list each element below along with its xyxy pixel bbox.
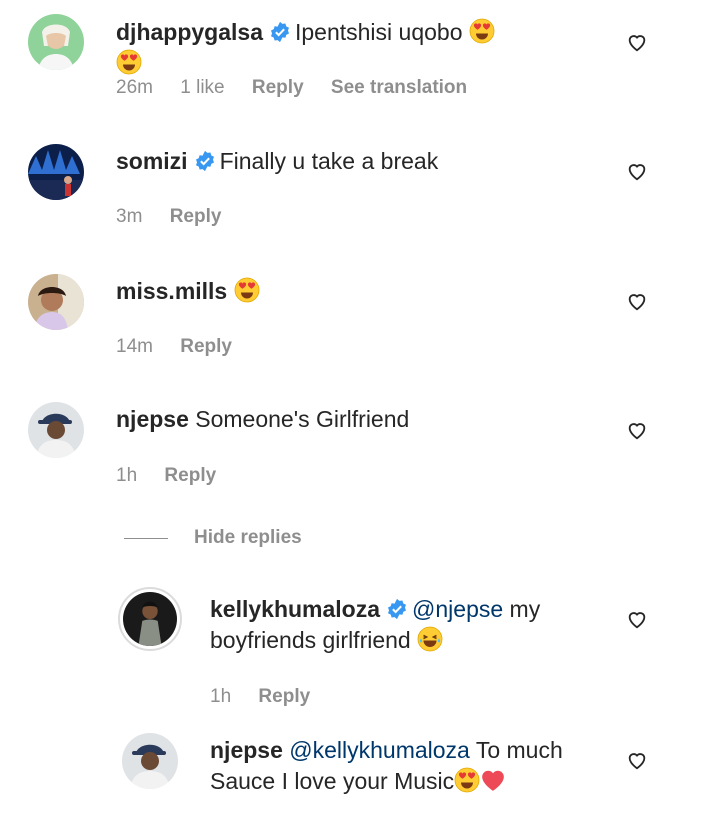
- username[interactable]: njepse: [116, 406, 189, 432]
- like-count[interactable]: 1 like: [180, 77, 224, 98]
- mention-link[interactable]: @kellykhumaloza: [289, 737, 470, 763]
- timestamp: 1h: [116, 465, 138, 486]
- red-heart-emoji-icon: [482, 770, 505, 791]
- reply-button[interactable]: Reply: [252, 77, 304, 98]
- avatar[interactable]: [28, 144, 84, 200]
- reply-text: njepse @kellykhumaloza To much Sauce I l…: [210, 735, 600, 797]
- laughing-emoji-icon: [417, 626, 443, 652]
- comment-text: somizi Finally u take a break: [116, 146, 516, 177]
- reply-button[interactable]: Reply: [180, 336, 232, 357]
- username[interactable]: njepse: [210, 737, 283, 763]
- username[interactable]: somizi: [116, 148, 188, 174]
- hide-replies-label: Hide replies: [194, 527, 302, 548]
- comment-body: Finally u take a break: [219, 148, 439, 174]
- comment-text: djhappygalsa Ipentshisi uqobo: [116, 17, 516, 79]
- timestamp: 14m: [116, 336, 153, 357]
- like-heart-icon[interactable]: [626, 749, 648, 771]
- mention-link[interactable]: @njepse: [412, 596, 503, 622]
- comment-meta: 3m Reply: [116, 206, 243, 228]
- comment-meta: 14m Reply: [116, 336, 254, 358]
- heart-eyes-emoji-icon: [116, 49, 142, 75]
- like-heart-icon[interactable]: [626, 608, 648, 630]
- comment-text: njepse Someone's Girlfriend: [116, 404, 516, 435]
- username[interactable]: djhappygalsa: [116, 19, 263, 45]
- heart-eyes-emoji-icon: [454, 767, 480, 793]
- timestamp: 26m: [116, 77, 153, 98]
- divider-line: [124, 537, 168, 539]
- timestamp: 3m: [116, 206, 143, 227]
- username[interactable]: miss.mills: [116, 278, 227, 304]
- see-translation-button[interactable]: See translation: [331, 77, 467, 98]
- avatar[interactable]: [28, 402, 84, 458]
- reply-text: kellykhumaloza @njepse my boyfriends girl…: [210, 594, 570, 656]
- like-heart-icon[interactable]: [626, 419, 648, 441]
- heart-eyes-emoji-icon: [469, 18, 495, 44]
- reply-button[interactable]: Reply: [170, 206, 222, 227]
- verified-badge-icon: [194, 150, 216, 172]
- comment-text: miss.mills: [116, 276, 516, 307]
- timestamp: 1h: [210, 686, 232, 707]
- avatar[interactable]: [28, 14, 84, 70]
- heart-eyes-emoji-icon: [234, 277, 260, 303]
- reply-button[interactable]: Reply: [164, 465, 216, 486]
- username[interactable]: kellykhumaloza: [210, 596, 380, 622]
- reply-meta: 1h Reply: [210, 686, 332, 708]
- comment-body: Someone's Girlfriend: [195, 406, 410, 432]
- avatar[interactable]: [28, 274, 84, 330]
- verified-badge-icon: [269, 21, 291, 43]
- verified-badge-icon: [386, 598, 408, 620]
- comment-body: Ipentshisi uqobo: [294, 19, 463, 45]
- like-heart-icon[interactable]: [626, 290, 648, 312]
- like-heart-icon[interactable]: [626, 31, 648, 53]
- avatar[interactable]: [122, 733, 178, 789]
- reply-button[interactable]: Reply: [258, 686, 310, 707]
- comment-meta: 1h Reply: [116, 465, 238, 487]
- like-heart-icon[interactable]: [626, 160, 648, 182]
- avatar[interactable]: [118, 587, 182, 651]
- comment-meta: 26m 1 like Reply See translation: [116, 77, 489, 99]
- hide-replies-button[interactable]: Hide replies: [124, 527, 302, 549]
